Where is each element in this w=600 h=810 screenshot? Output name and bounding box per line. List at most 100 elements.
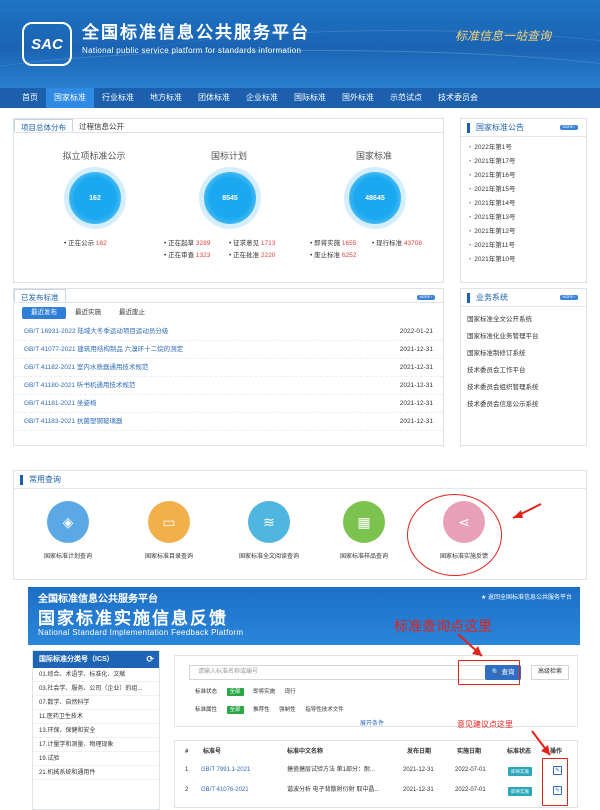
nav-item-committee[interactable]: 技术委员会 [430,88,486,108]
results-table: # 标准号 标准中文名称 发布日期 实施日期 标准状态 操作 1 GB/T 79… [174,740,578,808]
filter-option[interactable]: 全部 [226,688,244,696]
stat-circle-plan[interactable]: 8545 [199,167,261,229]
announce-item[interactable]: 2021年第16号 [461,169,586,183]
query-fulltext[interactable]: ≋ 国家标准全文阅读查询 [219,501,319,560]
system-item[interactable]: 技术委员会工作平台 [461,362,586,379]
nav-item-industry[interactable]: 行业标准 [94,88,142,108]
slogan: 标准信息一站查询 [455,29,552,43]
nav-item-international[interactable]: 国际标准 [286,88,334,108]
expand-button[interactable]: 展开条件 [360,718,384,727]
feedback-top-title: 全国标准信息公共服务平台 [38,594,158,605]
nav-item-local[interactable]: 地方标准 [142,88,190,108]
announce-item[interactable]: 2021年第17号 [461,155,586,169]
stat-line[interactable]: • 正在审查 1323 [164,249,210,259]
systems-title: 业务系统 [476,293,508,302]
ics-item[interactable]: 13.环保、保健和安全 [33,724,159,738]
announce-more-button[interactable]: MORE › [560,125,578,130]
ics-item[interactable]: 07.数学、自然科学 [33,696,159,710]
system-item[interactable]: 国家标准化业务管理平台 [461,328,586,345]
published-row[interactable]: GB/T 41180-2021 听书机通用技术规范 2021-12-31 [14,377,443,395]
common-title: 常用查询 [29,475,61,484]
filter-option[interactable]: 即将实施 [253,689,275,695]
announce-item[interactable]: 2021年第13号 [461,211,586,225]
back-link[interactable]: ★ 返回全国标准信息公共服务平台 [481,592,572,601]
refresh-icon[interactable]: ⟳ [146,651,154,668]
announce-item[interactable]: 2021年第15号 [461,183,586,197]
query-sample[interactable]: ▦ 国家标准样品查询 [319,501,409,560]
ics-item[interactable]: 17.计量学和测量、物理现象 [33,738,159,752]
stat-line[interactable]: • 废止标准 6252 [310,249,356,259]
attr-filter: 标准属性 全部 推荐性 强制性 指导性技术文件 [195,706,344,714]
stat-line[interactable]: • 即将实施 1655 [310,237,356,247]
systems-more-button[interactable]: MORE › [560,295,578,300]
nav-item-foreign[interactable]: 国外标准 [334,88,382,108]
system-item[interactable]: 国家标准全文公开系统 [461,311,586,328]
advanced-search-button[interactable]: 高级检索 [531,665,569,680]
nav-item-home[interactable]: 首页 [14,88,46,108]
site-header: SAC 全国标准信息公共服务平台 National public service… [0,0,600,88]
stat-line[interactable]: • 现行标准 43708 [372,237,422,247]
filter-option[interactable]: 强制性 [279,707,296,713]
stat-title-plan[interactable]: 国标计划 [189,149,269,162]
stat-line[interactable]: • 正在批准 2220 [229,249,275,259]
status-filter: 标准状态 全部 即将实施 现行 [195,688,296,696]
table-header: # 标准号 标准中文名称 发布日期 实施日期 标准状态 操作 [185,749,563,755]
stat-line[interactable]: • 正在起草 3289 [164,237,210,247]
query-catalog[interactable]: ▭ 国家标准目录查询 [124,501,214,560]
stat-circle-national[interactable]: 48645 [344,167,406,229]
table-row[interactable]: 2 GB/T 41076-2021 谐波分析 电子背散射衍射 取中晶... 20… [175,783,579,798]
subtab-recent-implemented[interactable]: 最近实施 [66,307,110,319]
stat-title-proposal[interactable]: 拟立项标准公示 [44,149,144,162]
announce-item[interactable]: 2021年第10号 [461,253,586,267]
nav-item-pilot[interactable]: 示范试点 [382,88,430,108]
arrow-icon [457,633,483,657]
filter-option[interactable]: 现行 [285,689,296,695]
system-item[interactable]: 技术委员会信息公示系统 [461,396,586,413]
ics-item[interactable]: 01.综合、术语学、标准化、文献 [33,668,159,682]
filter-option[interactable]: 指导性技术文件 [305,707,344,713]
nav-item-national[interactable]: 国家标准 [46,88,94,108]
stat-circle-proposal[interactable]: 162 [64,167,126,229]
published-panel: 已发布标准 MORE › 最近发布 最近实施 最近废止 GB/T 16931-2… [13,288,444,446]
query-plan[interactable]: ◈ 国家标准计划查询 [28,501,108,560]
arrow-icon [531,730,551,756]
published-more-button[interactable]: MORE › [417,295,435,300]
published-row[interactable]: GB/T 41181-2021 坐姿椅 2021-12-31 [14,395,443,413]
stat-line[interactable]: • 征求意见 1713 [229,237,275,247]
sac-logo[interactable]: SAC [22,22,72,66]
arrow-icon [512,503,542,519]
published-title: 已发布标准 [14,289,66,302]
tab-process[interactable]: 过程信息公开 [73,119,130,132]
filter-option[interactable]: 推荐性 [253,707,270,713]
system-item[interactable]: 技术委员会组织管理系统 [461,379,586,396]
published-row[interactable]: GB/T 41077-2021 建筑用结构制品 六溴环十二烷的测定 2021-12… [14,341,443,359]
published-row[interactable]: GB/T 16931-2022 陆域大冬季运动项目运动员分级 2022-01-21 [14,323,443,341]
ics-item[interactable]: 19.试验 [33,752,159,766]
ics-title: 国际标准分类号（ICS） [39,656,114,663]
overview-panel: 项目总体分布 过程信息公开 拟立项标准公示 162 • 正在公示 162 国标计… [13,118,444,283]
nav-item-group[interactable]: 团体标准 [190,88,238,108]
system-item[interactable]: 国家标准制修订系统 [461,345,586,362]
subtab-recent-published[interactable]: 最近发布 [22,307,66,319]
film-icon: ▦ [343,501,385,543]
published-row[interactable]: GB/T 41183-2021 抗菌塑钢玻璃器 2021-12-31 [14,413,443,431]
suggest-annotation: 意见建议点这里 [457,720,513,729]
stat-line[interactable]: • 正在公示 162 [64,237,107,247]
nav-item-enterprise[interactable]: 企业标准 [238,88,286,108]
announce-item[interactable]: 2022年第1号 [461,141,586,155]
ics-sidebar: 国际标准分类号（ICS） ⟳ 01.综合、术语学、标准化、文献 03.社会学、服务… [32,650,160,810]
announce-item[interactable]: 2021年第12号 [461,225,586,239]
announce-item[interactable]: 2021年第11号 [461,239,586,253]
ics-item[interactable]: 03.社会学、服务、公司（企业）的组... [33,682,159,696]
ics-item[interactable]: 11.医药卫生技术 [33,710,159,724]
announce-item[interactable]: 2021年第14号 [461,197,586,211]
published-row[interactable]: GB/T 41182-2021 室内水质器通用技术规范 2021-12-31 [14,359,443,377]
ics-item[interactable]: 21.机械系统和通用件 [33,766,159,780]
common-panel: 常用查询 ◈ 国家标准计划查询 ▭ 国家标准目录查询 ≋ 国家标准全文阅读查询 ▦ 国家… [13,470,587,580]
stat-title-national[interactable]: 国家标准 [329,149,419,162]
table-row[interactable]: 1 GB/T 7991.1-2021 搪瓷搪层试验方法 第1部分：耐... 20… [175,763,579,778]
tab-overview[interactable]: 项目总体分布 [14,119,73,132]
message-icon: ▭ [148,501,190,543]
subtab-recent-abolished[interactable]: 最近废止 [110,307,154,319]
filter-option[interactable]: 全部 [226,706,244,714]
